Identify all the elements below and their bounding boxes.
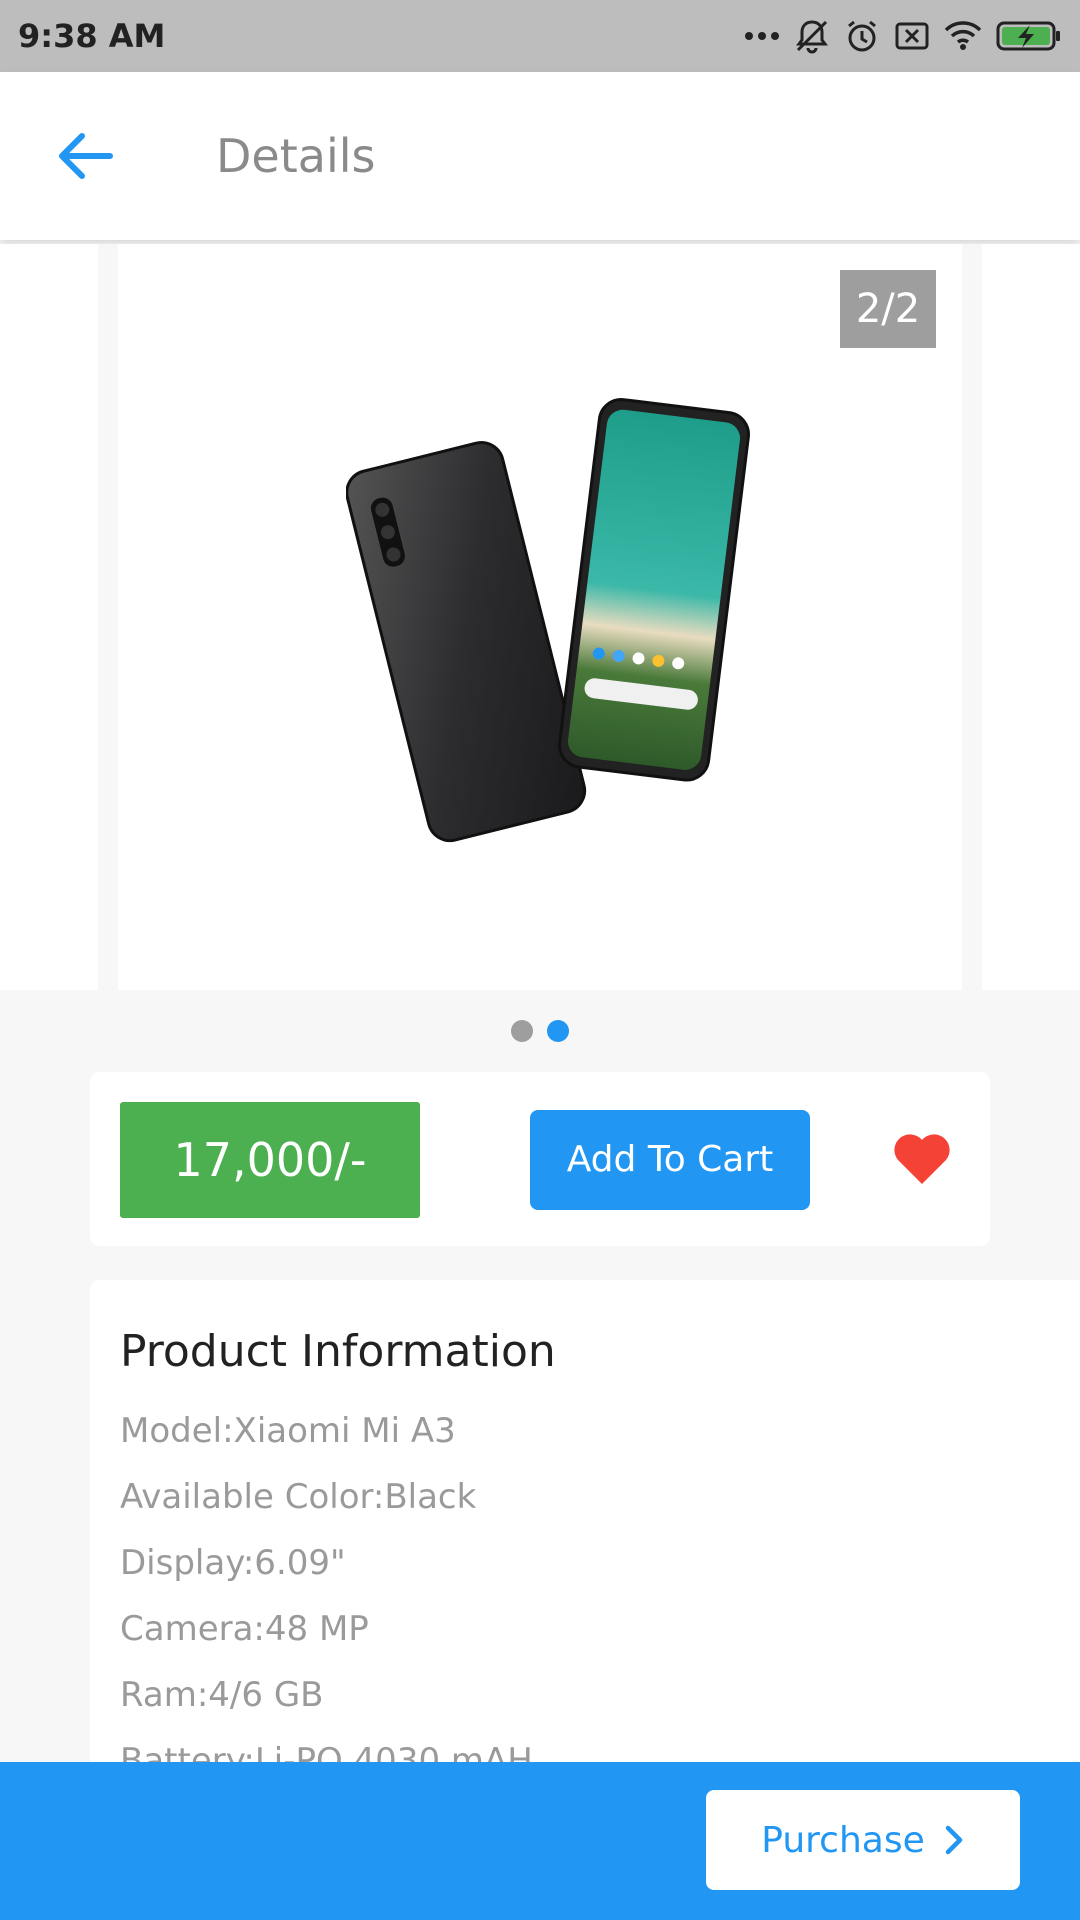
info-color: Available Color:Black	[120, 1477, 477, 1517]
slide-counter: 2/2	[840, 270, 936, 348]
back-arrow-icon[interactable]	[52, 128, 116, 184]
info-ram: Ram:4/6 GB	[120, 1675, 324, 1715]
chevron-right-icon	[945, 1825, 962, 1855]
info-list: Model:Xiaomi Mi A3 Available Color:Black…	[120, 1398, 533, 1794]
wifi-icon	[944, 21, 982, 50]
bottom-bar: Purchase	[0, 1762, 1080, 1920]
status-icons	[744, 18, 1062, 54]
status-time: 9:38 AM	[18, 17, 166, 55]
carousel-dot-1[interactable]	[511, 1020, 533, 1042]
info-camera: Camera:48 MP	[120, 1609, 369, 1649]
price-card: 17,000/- Add To Cart	[90, 1072, 990, 1246]
page-title: Details	[216, 129, 376, 183]
info-title: Product Information	[120, 1326, 556, 1377]
heart-icon[interactable]	[890, 1128, 954, 1188]
image-carousel[interactable]: 2/2	[0, 244, 1080, 990]
purchase-button[interactable]: Purchase	[706, 1790, 1020, 1890]
app-bar: Details	[0, 72, 1080, 240]
battery-charging-icon	[996, 21, 1060, 51]
sim-off-icon	[895, 22, 929, 50]
carousel-slide[interactable]: 2/2	[118, 244, 962, 990]
more-dots-icon	[745, 32, 779, 40]
purchase-label: Purchase	[761, 1819, 925, 1861]
add-to-cart-button[interactable]: Add To Cart	[530, 1110, 810, 1210]
status-bar: 9:38 AM	[0, 0, 1080, 72]
mute-bell-icon	[796, 20, 828, 54]
carousel-dot-2[interactable]	[547, 1020, 569, 1042]
info-display: Display:6.09"	[120, 1543, 346, 1583]
alarm-icon	[848, 20, 876, 52]
carousel-indicator	[0, 1020, 1080, 1042]
info-model: Model:Xiaomi Mi A3	[120, 1411, 456, 1451]
next-slide-peek[interactable]	[982, 244, 1080, 990]
previous-slide-peek[interactable]	[0, 244, 98, 990]
price-label: 17,000/-	[120, 1102, 420, 1218]
product-image	[346, 398, 750, 843]
